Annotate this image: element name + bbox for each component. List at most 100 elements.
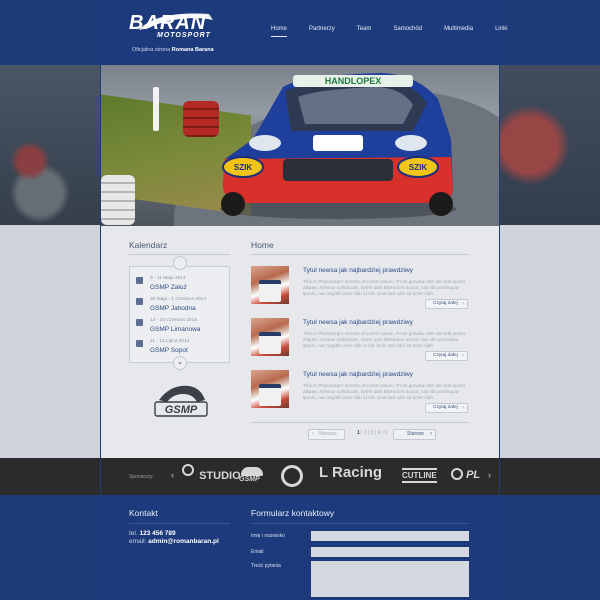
read-more-button[interactable]: Czytaj dalej › <box>425 299 468 309</box>
calendar-panel: 9 - 11 Maja 2014 GSMP Załuż 30 Maja - 1 … <box>129 266 230 363</box>
page-link[interactable]: 3 <box>371 430 374 436</box>
event-name: GSMP Limanowa <box>150 326 201 333</box>
calendar-scroll-up-button[interactable] <box>173 256 187 270</box>
event-date: 13 - 15 Czerwca 2014 <box>150 318 197 323</box>
older-label: Starsze <box>407 431 424 437</box>
contact-phone: tel. 123 456 789 <box>129 530 176 537</box>
nav-samochod[interactable]: Samochód <box>393 26 422 37</box>
page-separator: | <box>374 430 377 436</box>
gsmp-logo[interactable]: GSMP <box>153 378 209 420</box>
email-field[interactable] <box>311 547 469 557</box>
car-banner-text: HANDLOPEX <box>325 76 382 86</box>
page-link[interactable]: 1 <box>357 430 360 436</box>
page-link[interactable]: 4 <box>378 430 381 436</box>
car-decal-right: SZIK <box>409 163 427 172</box>
nav-multimedia[interactable]: Multimedia <box>444 26 473 37</box>
question-field-label: Treść pytania <box>251 563 281 569</box>
site-tagline: Oficjalna strona Romana Barana <box>132 47 214 53</box>
news-thumbnail[interactable] <box>251 266 289 304</box>
logo-main-text: BARAN <box>129 12 207 34</box>
sponsor-studio-icon <box>182 464 194 477</box>
helmet-icon <box>241 467 263 476</box>
sponsor-logo[interactable]: L Racing <box>319 464 382 481</box>
read-more-label: Czytaj dalej <box>433 405 458 410</box>
read-more-button[interactable]: Czytaj dalej › <box>425 403 468 413</box>
chevron-right-icon: › <box>488 470 491 480</box>
page-separator: | <box>361 430 363 436</box>
news-title[interactable]: Tytuł newsa jak najbardziej prawdziwy <box>303 371 413 378</box>
email-address[interactable]: admin@romanbaran.pl <box>148 538 219 545</box>
read-more-button[interactable]: Czytaj dalej › <box>425 351 468 361</box>
news-thumbnail[interactable] <box>251 370 289 408</box>
chevron-right-icon: › <box>462 353 464 359</box>
news-item: Tytuł newsa jak najbardziej prawdziwy Th… <box>251 266 471 316</box>
calendar-title: Kalendarz <box>129 240 168 250</box>
tagline-prefix: Oficjalna strona <box>132 47 171 53</box>
name-field[interactable] <box>311 531 469 541</box>
calendar-icon <box>136 319 143 326</box>
nav-team[interactable]: Team <box>357 26 372 37</box>
news-item: Tytuł newsa jak najbardziej prawdziwy Th… <box>251 318 471 368</box>
page-separator: | <box>381 430 384 436</box>
calendar-scroll-down-button[interactable]: ⌄ <box>173 356 187 370</box>
question-field[interactable] <box>311 561 469 597</box>
sponsor-logo[interactable]: STUDIO <box>182 464 241 482</box>
email-label: email: <box>129 538 147 545</box>
site-logo[interactable]: BARAN MOTOSPORT <box>129 12 213 39</box>
event-name: GSMP Sopot <box>150 347 188 354</box>
page-link[interactable]: 5 <box>385 430 388 436</box>
sponsors-prev-button[interactable]: ‹ <box>171 470 174 480</box>
page-separator: | <box>368 430 370 436</box>
news-title[interactable]: Tytuł newsa jak najbardziej prawdziwy <box>303 267 413 274</box>
home-title: Home <box>251 240 274 250</box>
hero-image: HANDLOPEX SZIK SZIK <box>101 65 499 226</box>
newer-label: Newsze <box>319 431 337 437</box>
chevron-right-icon: › <box>430 431 432 437</box>
sponsor-name: L Racing <box>319 464 383 481</box>
nav-linki[interactable]: Linki <box>495 26 507 37</box>
car-decal-left: SZIK <box>234 163 252 172</box>
email-field-label: Email <box>251 549 264 555</box>
phone-number[interactable]: 123 456 789 <box>139 530 175 537</box>
main-nav: Home Partnerzy Team Samochód Multimedia … <box>271 26 507 37</box>
older-button[interactable]: Starsze › <box>393 429 436 440</box>
sponsor-name: CUTLINE <box>402 471 437 480</box>
main-content: Kalendarz 9 - 11 Maja 2014 GSMP Załuż 30… <box>101 226 499 458</box>
read-more-label: Czytaj dalej <box>433 301 458 306</box>
news-title[interactable]: Tytuł newsa jak najbardziej prawdziwy <box>303 319 413 326</box>
sponsor-logo[interactable] <box>281 465 303 487</box>
news-excerpt: This is Photoshop's version of Lorem Ips… <box>303 383 466 401</box>
news-thumbnail[interactable] <box>251 318 289 356</box>
site-header: BARAN MOTOSPORT Oficjalna strona Romana … <box>101 0 507 65</box>
chevron-right-icon: › <box>462 405 464 411</box>
sponsor-logo[interactable]: GSMP <box>239 467 263 483</box>
site-footer: Kontakt tel. 123 456 789 email: admin@ro… <box>101 495 499 600</box>
sponsor-logo[interactable]: PL <box>451 468 481 481</box>
page-container: BARAN MOTOSPORT Oficjalna strona Romana … <box>101 0 507 600</box>
hero-post <box>153 87 159 131</box>
sponsors-next-button[interactable]: › <box>488 470 491 480</box>
calendar-icon <box>136 340 143 347</box>
gsmp-logo-text: GSMP <box>165 404 198 416</box>
calendar-divider <box>129 254 230 255</box>
chevron-down-icon: ⌄ <box>177 359 183 366</box>
chevron-left-icon: ‹ <box>312 431 314 437</box>
rally-car-illustration: HANDLOPEX SZIK SZIK <box>220 73 456 219</box>
newer-button[interactable]: ‹ Newsze <box>308 429 345 440</box>
news-excerpt: This is Photoshop's version of Lorem Ips… <box>303 279 466 297</box>
nav-partnerzy[interactable]: Partnerzy <box>309 26 335 37</box>
sponsor-name: PL <box>466 469 481 481</box>
form-title: Formularz kontaktowy <box>251 508 335 518</box>
nav-home[interactable]: Home <box>271 26 288 37</box>
sponsors-bar: Sponsorzy ‹ STUDIO GSMP L Racing CUTLINE… <box>101 458 499 495</box>
sponsors-label: Sponsorzy <box>129 474 153 480</box>
chevron-right-icon: › <box>462 301 464 307</box>
sponsor-logo[interactable]: CUTLINE <box>402 468 437 483</box>
calendar-icon <box>136 277 143 284</box>
page-link[interactable]: 2 <box>364 430 367 436</box>
news-excerpt: This is Photoshop's version of Lorem Ips… <box>303 331 466 349</box>
right-hero-blur <box>500 65 600 225</box>
event-name: GSMP Załuż <box>150 284 187 291</box>
steering-wheel-icon <box>281 465 303 487</box>
phone-label: tel. <box>129 530 138 537</box>
